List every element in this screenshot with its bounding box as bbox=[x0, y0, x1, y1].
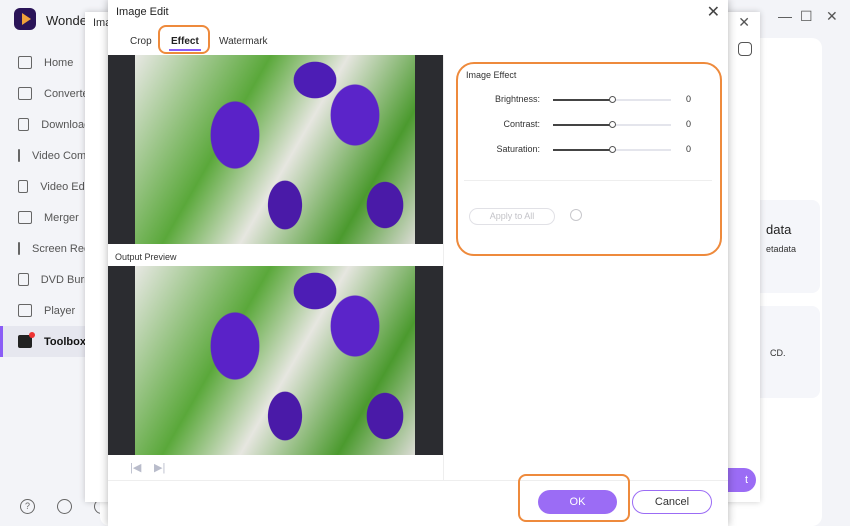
close-icon[interactable]: ✕ bbox=[738, 14, 750, 31]
sidebar-item-label: Merger bbox=[44, 211, 79, 224]
dvd-icon bbox=[18, 273, 29, 286]
player-icon bbox=[18, 304, 32, 317]
tab-highlight bbox=[158, 25, 210, 54]
video-compress-icon bbox=[18, 149, 20, 162]
home-icon bbox=[18, 56, 32, 69]
card-desc: etadata bbox=[766, 244, 797, 254]
dialog-title: Image Edit bbox=[116, 6, 169, 18]
maximize-button[interactable]: ☐ bbox=[800, 8, 813, 25]
contrast-slider[interactable] bbox=[553, 121, 671, 128]
iris-image bbox=[135, 266, 415, 455]
apply-to-all-button[interactable]: Apply to All bbox=[469, 208, 555, 225]
converter-icon bbox=[18, 87, 32, 100]
slider-value: 0 bbox=[686, 144, 692, 154]
output-preview bbox=[108, 266, 443, 455]
image-effect-panel: Image Effect Brightness: 0 Contrast: 0 Satur… bbox=[456, 62, 722, 256]
brightness-slider[interactable] bbox=[553, 96, 671, 103]
card-title: data bbox=[766, 222, 792, 237]
sidebar-item-label: Home bbox=[44, 56, 74, 69]
tab-crop[interactable]: Crop bbox=[130, 36, 152, 47]
settings-icon[interactable] bbox=[738, 42, 752, 56]
output-preview-label: Output Preview bbox=[115, 252, 177, 262]
app-logo bbox=[14, 8, 36, 30]
download-icon bbox=[18, 118, 30, 131]
saturation-slider[interactable] bbox=[553, 146, 671, 153]
sidebar-item-label: Toolbox bbox=[44, 335, 86, 348]
next-icon[interactable]: ▶| bbox=[154, 461, 165, 474]
card-desc: CD. bbox=[770, 348, 786, 358]
slider-handle[interactable] bbox=[609, 121, 616, 128]
cancel-button[interactable]: Cancel bbox=[632, 490, 712, 514]
bell-icon[interactable] bbox=[57, 499, 72, 514]
slider-row: Saturation: 0 bbox=[458, 143, 724, 157]
image-effect-heading: Image Effect bbox=[466, 70, 517, 80]
minimize-button[interactable]: — bbox=[778, 8, 792, 24]
reset-icon[interactable] bbox=[570, 209, 582, 221]
iris-image bbox=[135, 55, 415, 244]
tab-watermark[interactable]: Watermark bbox=[219, 36, 268, 47]
scissors-icon bbox=[18, 180, 29, 193]
slider-label: Brightness: bbox=[494, 94, 540, 104]
merger-icon bbox=[18, 211, 32, 224]
slider-label: Saturation: bbox=[496, 144, 540, 154]
ok-highlight bbox=[518, 474, 630, 522]
screen-record-icon bbox=[18, 242, 20, 255]
slider-value: 0 bbox=[686, 94, 692, 104]
slider-handle[interactable] bbox=[609, 146, 616, 153]
toolbox-icon bbox=[18, 332, 35, 348]
image-edit-dialog: Image Edit ✕ Crop Effect Watermark Outpu… bbox=[108, 0, 728, 526]
slider-label: Contrast: bbox=[503, 119, 540, 129]
sidebar-item-label: Player bbox=[44, 304, 76, 317]
slider-row: Contrast: 0 bbox=[458, 118, 724, 132]
help-icon[interactable]: ? bbox=[20, 499, 35, 514]
close-dialog-button[interactable]: ✕ bbox=[707, 2, 720, 22]
slider-row: Brightness: 0 bbox=[458, 93, 724, 107]
close-app-button[interactable]: ✕ bbox=[826, 8, 838, 25]
original-preview bbox=[108, 55, 443, 244]
previous-icon[interactable]: |◀ bbox=[130, 461, 141, 474]
slider-value: 0 bbox=[686, 119, 692, 129]
slider-handle[interactable] bbox=[609, 96, 616, 103]
